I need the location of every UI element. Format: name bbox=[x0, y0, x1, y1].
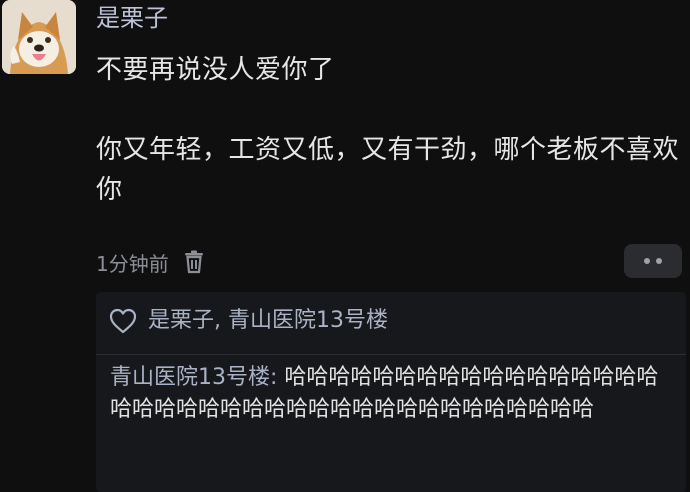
message-gap bbox=[96, 90, 681, 130]
trash-icon[interactable] bbox=[183, 250, 205, 274]
reply-comment[interactable]: 青山医院13号楼: 哈哈哈哈哈哈哈哈哈哈哈哈哈哈哈哈哈哈哈哈哈哈哈哈哈哈哈哈哈哈… bbox=[110, 362, 672, 426]
message-line-1: 不要再说没人爱你了 bbox=[96, 55, 335, 85]
message-line-2: 你又年轻，工资又低，又有干劲，哪个老板不喜欢你 bbox=[96, 135, 680, 205]
heart-icon[interactable] bbox=[108, 306, 138, 336]
divider bbox=[96, 354, 686, 355]
more-dot bbox=[644, 258, 650, 264]
more-dot bbox=[656, 258, 662, 264]
post-message: 不要再说没人爱你了 你又年轻，工资又低，又有干劲，哪个老板不喜欢你 bbox=[96, 50, 681, 210]
likes-row: 是栗子, 青山医院13号楼 bbox=[108, 304, 388, 338]
shiba-dog-icon bbox=[2, 0, 76, 74]
more-options-button[interactable] bbox=[624, 244, 682, 278]
timestamp: 1分钟前 bbox=[96, 251, 169, 276]
avatar[interactable] bbox=[2, 0, 76, 74]
post-meta: 1分钟前 bbox=[96, 246, 205, 278]
interaction-panel: 是栗子, 青山医院13号楼 青山医院13号楼: 哈哈哈哈哈哈哈哈哈哈哈哈哈哈哈哈… bbox=[96, 292, 686, 492]
username[interactable]: 是栗子 bbox=[96, 2, 168, 34]
reply-author[interactable]: 青山医院13号楼 bbox=[110, 365, 270, 390]
reply-separator: : bbox=[270, 365, 285, 390]
likers-list[interactable]: 是栗子, 青山医院13号楼 bbox=[148, 304, 388, 338]
